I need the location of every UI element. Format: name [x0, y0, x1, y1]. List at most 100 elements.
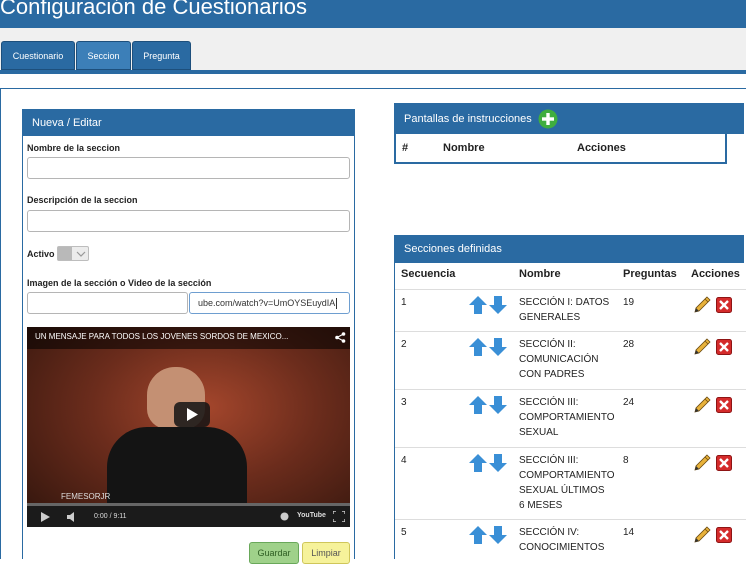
volume-icon[interactable]: [67, 512, 77, 522]
row-nombre: SECCIÓN I: DATOS GENERALES: [519, 295, 609, 325]
row-nombre: SECCIÓN IV: CONOCIMIENTOS: [519, 525, 604, 555]
row-nombre-line: COMPORTAMIENTO: [519, 412, 615, 423]
row-nombre: SECCIÓN III: COMPORTAMIENTO SEXUAL: [519, 395, 615, 440]
toggle-knob: [58, 247, 72, 260]
row-secuencia: 4: [401, 455, 407, 466]
table-row: 3 SECCIÓN III: COMPORTAMIENTO SEXUAL 24: [395, 389, 746, 447]
row-nombre-line: CON PADRES: [519, 369, 585, 380]
activo-toggle[interactable]: [57, 246, 89, 261]
col-numero: #: [402, 142, 409, 154]
add-instruccion-button[interactable]: [538, 109, 558, 129]
video-title-bar: UN MENSAJE PARA TODOS LOS JOVENES SORDOS…: [27, 327, 350, 349]
nombre-input[interactable]: [27, 157, 350, 179]
row-preguntas: 8: [623, 455, 629, 466]
video-time: 0:00 / 9:11: [94, 513, 127, 520]
form-panel-title: Nueva / Editar: [32, 117, 102, 129]
up-down-arrows-icon[interactable]: [468, 453, 510, 473]
edit-pencil-icon[interactable]: [694, 454, 711, 471]
table-row: 1 SECCIÓN I: DATOS GENERALES 19: [395, 289, 746, 331]
guardar-button[interactable]: Guardar: [249, 542, 299, 564]
table-row: 2 SECCIÓN II: COMUNICACIÓN CON PADRES 28: [395, 331, 746, 389]
col-nombre: Nombre: [519, 268, 561, 280]
nombre-label: Nombre de la seccion: [27, 143, 121, 153]
edit-pencil-icon[interactable]: [694, 526, 711, 543]
video-controls: 0:00 / 9:11 YouTube: [27, 506, 350, 527]
row-nombre-line: SECCIÓN IV:: [519, 527, 580, 538]
row-nombre: SECCIÓN II: COMUNICACIÓN CON PADRES: [519, 337, 598, 382]
table-row: 4 SECCIÓN III: COMPORTAMIENTO SEXUAL ÚLTIMO…: [395, 447, 746, 519]
tab-label: Pregunta: [143, 50, 180, 61]
row-nombre-line: GENERALES: [519, 312, 581, 323]
instrucciones-table: # Nombre Acciones: [394, 134, 727, 164]
row-nombre-line: CONOCIMIENTOS: [519, 542, 605, 553]
row-nombre-line: SEXUAL: [519, 427, 559, 438]
descripcion-label: Descripción de la seccion: [27, 195, 138, 205]
tab-cuestionario[interactable]: Cuestionario: [1, 41, 75, 70]
video-watermark: FEMESORJR: [61, 492, 111, 501]
row-secuencia: 2: [401, 339, 407, 350]
descripcion-input[interactable]: [27, 210, 350, 232]
page-title: Configuración de Cuestionarios: [0, 0, 307, 19]
secciones-title: Secciones definidas: [404, 243, 502, 255]
row-nombre-line: COMUNICACIÓN: [519, 354, 599, 365]
row-nombre-line: SECCIÓN III:: [519, 397, 579, 408]
row-nombre-line: SEXUAL ÚLTIMOS: [519, 485, 605, 496]
col-preguntas: Preguntas: [623, 268, 677, 280]
up-down-arrows-icon[interactable]: [468, 295, 510, 315]
table-row: 5 SECCIÓN IV: CONOCIMIENTOS 14: [395, 519, 746, 559]
row-nombre: SECCIÓN III: COMPORTAMIENTO SEXUAL ÚLTIMOS…: [519, 453, 615, 513]
delete-x-icon[interactable]: [716, 455, 732, 471]
instrucciones-title: Pantallas de instrucciones: [404, 112, 532, 125]
text-cursor: [336, 297, 338, 309]
youtube-logo[interactable]: YouTube: [297, 512, 326, 519]
form-panel-header: Nueva / Editar: [23, 110, 354, 136]
imagen-label: Imagen de la sección o Video de la secci…: [27, 278, 212, 288]
play-small-icon[interactable]: [41, 512, 50, 522]
row-nombre-line: 6 MESES: [519, 500, 563, 511]
row-secuencia: 1: [401, 297, 407, 308]
up-down-arrows-icon[interactable]: [468, 525, 510, 545]
tab-label: Cuestionario: [12, 50, 64, 61]
tab-underline: [0, 70, 746, 74]
edit-pencil-icon[interactable]: [694, 396, 711, 413]
limpiar-button[interactable]: Limpiar: [302, 542, 350, 564]
delete-x-icon[interactable]: [716, 339, 732, 355]
row-preguntas: 24: [623, 397, 635, 408]
up-down-arrows-icon[interactable]: [468, 337, 510, 357]
row-preguntas: 14: [623, 527, 635, 538]
video-url-text: ube.com/watch?v=UmOYSEuydIA: [198, 298, 336, 308]
row-preguntas: 19: [623, 297, 635, 308]
row-preguntas: 28: [623, 339, 635, 350]
row-secuencia: 5: [401, 527, 407, 538]
col-acciones: Acciones: [577, 142, 626, 154]
play-button[interactable]: [174, 402, 210, 427]
share-icon[interactable]: [335, 332, 346, 343]
row-secuencia: 3: [401, 397, 407, 408]
col-nombre: Nombre: [443, 142, 485, 154]
instrucciones-header: Pantallas de instrucciones: [394, 103, 744, 134]
delete-x-icon[interactable]: [716, 527, 732, 543]
delete-x-icon[interactable]: [716, 297, 732, 313]
play-icon: [187, 408, 198, 421]
video-url-input[interactable]: ube.com/watch?v=UmOYSEuydIA: [189, 292, 350, 314]
tab-pregunta[interactable]: Pregunta: [132, 41, 191, 70]
fullscreen-icon[interactable]: [333, 511, 345, 522]
secciones-header: Secciones definidas: [394, 235, 744, 263]
row-nombre-line: SECCIÓN III:: [519, 455, 579, 466]
imagen-input[interactable]: [27, 292, 188, 314]
row-nombre-line: SECCIÓN I: DATOS: [519, 297, 610, 308]
delete-x-icon[interactable]: [716, 397, 732, 413]
edit-pencil-icon[interactable]: [694, 338, 711, 355]
up-down-arrows-icon[interactable]: [468, 395, 510, 415]
watch-later-icon[interactable]: [280, 512, 289, 521]
chevron-down-icon: [76, 251, 86, 257]
row-nombre-line: SECCIÓN II:: [519, 339, 576, 350]
col-secuencia: Secuencia: [401, 268, 456, 280]
tab-seccion[interactable]: Seccion: [76, 41, 131, 70]
edit-pencil-icon[interactable]: [694, 296, 711, 313]
row-nombre-line: COMPORTAMIENTO: [519, 470, 615, 481]
header-bar: Configuración de Cuestionarios: [0, 0, 746, 28]
col-acciones: Acciones: [691, 268, 740, 280]
video-player[interactable]: UN MENSAJE PARA TODOS LOS JOVENES SORDOS…: [27, 327, 350, 527]
activo-label: Activo: [27, 249, 55, 259]
